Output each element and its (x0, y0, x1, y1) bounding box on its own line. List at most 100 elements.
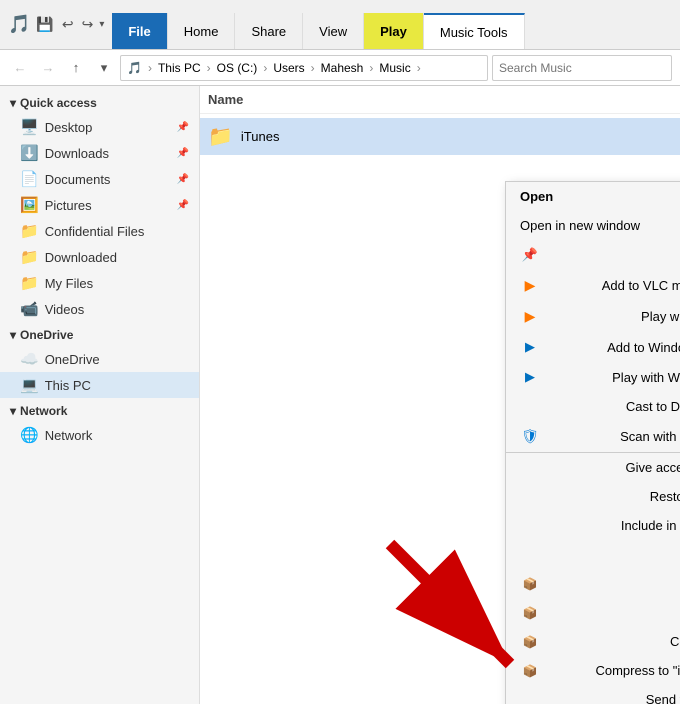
ctx-open[interactable]: Open (506, 182, 680, 211)
ctx-open-new-window-label: Open in new window (520, 218, 640, 233)
redo-quick-icon[interactable]: ↪ (80, 14, 96, 35)
path-mahesh[interactable]: Mahesh (321, 61, 364, 75)
sidebar-section-onedrive: ▾ OneDrive (0, 322, 199, 346)
ctx-give-access[interactable]: Give access to › (506, 453, 680, 482)
sidebar-item-downloads[interactable]: ⬇️ Downloads 📌 (0, 140, 199, 166)
tab-play[interactable]: Play (364, 13, 424, 49)
confidential-label: Confidential Files (45, 224, 145, 239)
undo-quick-icon[interactable]: ↩ (60, 14, 76, 35)
network-arrow: ▾ (10, 404, 16, 418)
wmp-icon-2: ▶ (520, 369, 540, 385)
sidebar-section-network: ▾ Network (0, 398, 199, 422)
recent-locations-button[interactable]: ▾ (92, 56, 116, 80)
ctx-give-access-label: Give access to (626, 460, 680, 475)
path-sep-0: › (148, 61, 152, 75)
sidebar-item-desktop[interactable]: 🖥️ Desktop 📌 (0, 114, 199, 140)
forward-button[interactable]: → (36, 56, 60, 80)
videos-label: Videos (45, 302, 85, 317)
ctx-restore-versions[interactable]: Restore previous versions (506, 482, 680, 511)
pictures-label: Pictures (45, 198, 92, 213)
winrar-icon-3: 📦 (520, 635, 540, 649)
up-button[interactable]: ↑ (64, 56, 88, 80)
ctx-open-label: Open (520, 189, 553, 204)
quick-access-arrow: ▾ (10, 96, 16, 110)
search-input[interactable] (492, 55, 672, 81)
ctx-pin-start[interactable]: Pin to Start (506, 540, 680, 569)
ctx-vlc-playlist-label: Add to VLC media player's Playlist (602, 278, 680, 293)
ctx-open-new-window[interactable]: Open in new window (506, 211, 680, 240)
ctx-play-wmp[interactable]: ▶ Play with Windows Media Player (506, 362, 680, 392)
sidebar-item-videos[interactable]: 📹 Videos (0, 296, 199, 322)
ctx-add-wmp-list[interactable]: ▶ Add to Windows Media Player list (506, 332, 680, 362)
content-header: Name (200, 86, 680, 114)
path-sep-5: › (417, 61, 421, 75)
path-music[interactable]: Music (379, 61, 410, 75)
onedrive-icon: ☁️ (20, 350, 39, 368)
tab-music-tools[interactable]: Music Tools (424, 13, 525, 49)
itunes-label: iTunes (241, 129, 280, 144)
path-osc[interactable]: OS (C:) (217, 61, 258, 75)
ctx-pin-quick-access[interactable]: 📌 Pin to Quick access (506, 240, 680, 270)
vlc-icon-2: ▶ (520, 308, 540, 325)
defender-icon: 🛡 (520, 428, 540, 445)
ctx-cast-device[interactable]: Cast to Device › (506, 392, 680, 421)
file-list: 📁 iTunes (200, 114, 680, 159)
ctx-send-to[interactable]: Send to › (506, 685, 680, 704)
sidebar-section-quick-access: ▾ Quick access (0, 90, 199, 114)
ctx-compress-email-label: Compress and email... (670, 634, 680, 649)
column-name-header: Name (208, 92, 243, 107)
ctx-add-itunes-rar[interactable]: 📦 Add to "iTunes.rar" (506, 598, 680, 627)
tab-file[interactable]: File (112, 13, 167, 49)
documents-icon: 📄 (20, 170, 39, 188)
ctx-wmp-list-label: Add to Windows Media Player list (607, 340, 680, 355)
network-icon: 🌐 (20, 426, 39, 444)
sidebar-item-confidential[interactable]: 📁 Confidential Files (0, 218, 199, 244)
sidebar-item-downloaded[interactable]: 📁 Downloaded (0, 244, 199, 270)
ctx-play-vlc[interactable]: ▶ Play with VLC media player (506, 301, 680, 332)
pin-icon-desktop: 📌 (177, 122, 189, 133)
quick-access-dropdown[interactable]: ▾ (99, 19, 104, 30)
address-path[interactable]: 🎵 › This PC › OS (C:) › Users › Mahesh ›… (120, 55, 488, 81)
ribbon-tabs: File Home Share View Play Music Tools (112, 0, 680, 49)
path-thispc[interactable]: This PC (158, 61, 201, 75)
ctx-compress-itunes-email[interactable]: 📦 Compress to "iTunes.rar" and email (506, 656, 680, 685)
back-button[interactable]: ← (8, 56, 32, 80)
thispc-icon: 💻 (20, 376, 39, 394)
app-icon: 🎵 (8, 14, 30, 35)
onedrive-arrow: ▾ (10, 328, 16, 342)
downloaded-icon: 📁 (20, 248, 39, 266)
quick-access-label: Quick access (20, 96, 97, 110)
path-sep-3: › (311, 61, 315, 75)
title-bar: 🎵 💾 ↩ ↪ ▾ File Home Share View Play Musi… (0, 0, 680, 50)
pin-icon-documents: 📌 (177, 174, 189, 185)
ctx-add-vlc-playlist[interactable]: ▶ Add to VLC media player's Playlist (506, 270, 680, 301)
pictures-icon: 🖼️ (20, 196, 39, 214)
context-menu: Open Open in new window 📌 Pin to Quick a… (505, 181, 680, 704)
ctx-add-archive[interactable]: 📦 Add to archive... (506, 569, 680, 598)
ctx-include-library[interactable]: Include in library › (506, 511, 680, 540)
sidebar-item-documents[interactable]: 📄 Documents 📌 (0, 166, 199, 192)
ctx-cast-label: Cast to Device (626, 399, 680, 414)
sidebar-item-thispc[interactable]: 💻 This PC (0, 372, 199, 398)
sidebar-item-network[interactable]: 🌐 Network (0, 422, 199, 448)
ctx-scan-defender[interactable]: 🛡 Scan with Windows Defender... (506, 421, 680, 453)
network-label: Network (20, 404, 67, 418)
save-quick-icon[interactable]: 💾 (34, 14, 55, 35)
desktop-icon: 🖥️ (20, 118, 39, 136)
sidebar-item-onedrive[interactable]: ☁️ OneDrive (0, 346, 199, 372)
content-area: Name 📁 iTunes Open Open in new window 📌 … (200, 86, 680, 704)
sidebar-item-myfiles[interactable]: 📁 My Files (0, 270, 199, 296)
tab-view[interactable]: View (303, 13, 364, 49)
tab-share[interactable]: Share (235, 13, 303, 49)
tab-home[interactable]: Home (168, 13, 236, 49)
ctx-compress-email[interactable]: 📦 Compress and email... (506, 627, 680, 656)
path-users[interactable]: Users (273, 61, 304, 75)
thispc-label: This PC (45, 378, 91, 393)
network-item-label: Network (45, 428, 93, 443)
pin-icon: 📌 (520, 247, 540, 263)
path-sep-4: › (369, 61, 373, 75)
onedrive-item-label: OneDrive (45, 352, 100, 367)
file-item-itunes[interactable]: 📁 iTunes (200, 118, 680, 155)
sidebar-item-pictures[interactable]: 🖼️ Pictures 📌 (0, 192, 199, 218)
winrar-icon-4: 📦 (520, 664, 540, 678)
